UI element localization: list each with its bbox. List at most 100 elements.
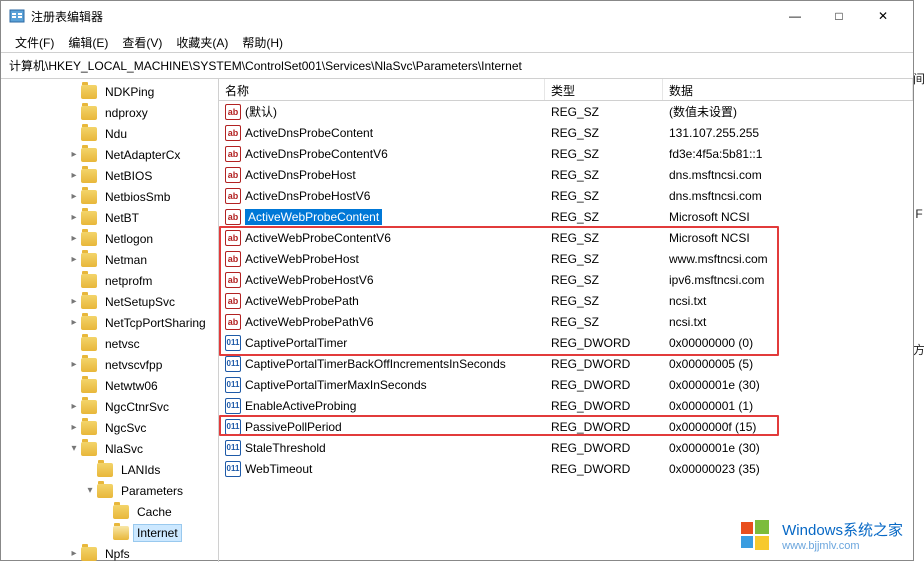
value-data: Microsoft NCSI <box>663 231 913 245</box>
watermark-url: www.bjjmlv.com <box>782 540 903 552</box>
minimize-button[interactable]: — <box>773 2 817 30</box>
registry-value-row[interactable]: abActiveDnsProbeContentREG_SZ131.107.255… <box>219 122 913 143</box>
cell-name: abActiveDnsProbeContentV6 <box>219 146 545 162</box>
tree-item-netlogon[interactable]: Netlogon <box>3 228 218 249</box>
value-type: REG_DWORD <box>545 357 663 371</box>
value-data: 0x00000001 (1) <box>663 399 913 413</box>
value-type: REG_DWORD <box>545 336 663 350</box>
tree-item-netbt[interactable]: NetBT <box>3 207 218 228</box>
folder-icon <box>81 274 97 288</box>
column-header-name[interactable]: 名称 <box>219 79 545 100</box>
registry-value-row[interactable]: 011PassivePollPeriodREG_DWORD0x0000000f … <box>219 416 913 437</box>
folder-icon <box>81 232 97 246</box>
cell-name: abActiveDnsProbeHost <box>219 167 545 183</box>
registry-value-row[interactable]: 011WebTimeoutREG_DWORD0x00000023 (35) <box>219 458 913 479</box>
tree-item-netprofm[interactable]: netprofm <box>3 270 218 291</box>
registry-value-row[interactable]: 011StaleThresholdREG_DWORD0x0000001e (30… <box>219 437 913 458</box>
value-type: REG_SZ <box>545 105 663 119</box>
tree-item-netwtw06[interactable]: Netwtw06 <box>3 375 218 396</box>
column-header-type[interactable]: 类型 <box>545 79 663 100</box>
tree-item-label: NDKPing <box>101 83 158 101</box>
registry-value-row[interactable]: abActiveDnsProbeHostV6REG_SZdns.msftncsi… <box>219 185 913 206</box>
tree-item-netbios[interactable]: NetBIOS <box>3 165 218 186</box>
registry-value-row[interactable]: 011EnableActiveProbingREG_DWORD0x0000000… <box>219 395 913 416</box>
menu-help[interactable]: 帮助(H) <box>236 33 289 50</box>
tree-item-label: Cache <box>133 503 176 521</box>
tree-item-netsetupsvc[interactable]: NetSetupSvc <box>3 291 218 312</box>
expand-arrow-icon[interactable] <box>67 316 81 330</box>
tree-item-netvscvfpp[interactable]: netvscvfpp <box>3 354 218 375</box>
expand-arrow-icon[interactable] <box>67 295 81 309</box>
tree-item-label: NgcSvc <box>101 419 150 437</box>
expand-arrow-icon[interactable] <box>67 421 81 435</box>
tree-item-netadaptercx[interactable]: NetAdapterCx <box>3 144 218 165</box>
expand-arrow-icon[interactable] <box>67 169 81 183</box>
registry-value-row[interactable]: abActiveWebProbePathREG_SZncsi.txt <box>219 290 913 311</box>
expand-arrow-icon[interactable] <box>67 547 81 561</box>
reg-dword-icon: 011 <box>225 461 241 477</box>
menu-view[interactable]: 查看(V) <box>116 33 168 50</box>
tree-item-cache[interactable]: Cache <box>3 501 218 522</box>
tree-item-ndkping[interactable]: NDKPing <box>3 81 218 102</box>
value-data: 0x00000023 (35) <box>663 462 913 476</box>
tree-item-ndu[interactable]: Ndu <box>3 123 218 144</box>
tree-item-ngcctnrsvc[interactable]: NgcCtnrSvc <box>3 396 218 417</box>
reg-sz-icon: ab <box>225 272 241 288</box>
column-header-data[interactable]: 数据 <box>663 79 913 100</box>
expand-arrow-icon[interactable] <box>67 190 81 204</box>
maximize-button[interactable]: □ <box>817 2 861 30</box>
tree-item-nettcpportsharing[interactable]: NetTcpPortSharing <box>3 312 218 333</box>
expand-arrow-icon[interactable] <box>67 211 81 225</box>
reg-sz-icon: ab <box>225 293 241 309</box>
close-button[interactable]: ✕ <box>861 2 905 30</box>
value-type: REG_SZ <box>545 273 663 287</box>
tree-item-npfs[interactable]: Npfs <box>3 543 218 562</box>
expand-arrow-icon[interactable] <box>67 442 81 456</box>
expand-arrow-icon[interactable] <box>67 400 81 414</box>
tree-pane[interactable]: NDKPing ndproxyNduNetAdapterCxNetBIOSNetb… <box>1 79 219 562</box>
expand-arrow-icon <box>99 505 113 519</box>
expand-arrow-icon[interactable] <box>67 148 81 162</box>
tree-item-lanids[interactable]: LANIds <box>3 459 218 480</box>
expand-arrow-icon[interactable] <box>67 232 81 246</box>
expand-arrow-icon[interactable] <box>83 484 97 498</box>
titlebar[interactable]: 注册表编辑器 — □ ✕ <box>1 1 913 31</box>
value-type: REG_SZ <box>545 126 663 140</box>
value-name: ActiveWebProbeHost <box>245 252 359 266</box>
tree-item-label: netvsc <box>101 335 144 353</box>
value-name: ActiveDnsProbeContent <box>245 126 373 140</box>
list-pane[interactable]: 名称 类型 数据 ab(默认)REG_SZ(数值未设置)abActiveDnsP… <box>219 79 913 562</box>
value-type: REG_SZ <box>545 231 663 245</box>
registry-value-row[interactable]: 011CaptivePortalTimerREG_DWORD0x00000000… <box>219 332 913 353</box>
tree-item-internet[interactable]: Internet <box>3 522 218 543</box>
registry-value-row[interactable]: abActiveWebProbeContentV6REG_SZMicrosoft… <box>219 227 913 248</box>
cell-name: 011CaptivePortalTimerMaxInSeconds <box>219 377 545 393</box>
registry-value-row[interactable]: abActiveWebProbePathV6REG_SZncsi.txt <box>219 311 913 332</box>
tree-item-nlasvc[interactable]: NlaSvc <box>3 438 218 459</box>
menu-edit[interactable]: 编辑(E) <box>62 33 114 50</box>
registry-value-row[interactable]: abActiveWebProbeHostV6REG_SZipv6.msftncs… <box>219 269 913 290</box>
value-data: 131.107.255.255 <box>663 126 913 140</box>
folder-icon <box>97 484 113 498</box>
registry-value-row[interactable]: abActiveWebProbeContentREG_SZMicrosoft N… <box>219 206 913 227</box>
registry-value-row[interactable]: ab(默认)REG_SZ(数值未设置) <box>219 101 913 122</box>
address-bar[interactable]: 计算机\HKEY_LOCAL_MACHINE\SYSTEM\ControlSet… <box>1 53 913 79</box>
tree-item-label: ndproxy <box>101 104 152 122</box>
tree-item-ndproxy[interactable]: ndproxy <box>3 102 218 123</box>
registry-value-row[interactable]: 011CaptivePortalTimerBackOffIncrementsIn… <box>219 353 913 374</box>
registry-value-row[interactable]: 011CaptivePortalTimerMaxInSecondsREG_DWO… <box>219 374 913 395</box>
tree-item-ngcsvc[interactable]: NgcSvc <box>3 417 218 438</box>
expand-arrow-icon[interactable] <box>67 358 81 372</box>
value-name: EnableActiveProbing <box>245 399 356 413</box>
menu-file[interactable]: 文件(F) <box>9 33 60 50</box>
registry-value-row[interactable]: abActiveDnsProbeHostREG_SZdns.msftncsi.c… <box>219 164 913 185</box>
registry-value-row[interactable]: abActiveWebProbeHostREG_SZwww.msftncsi.c… <box>219 248 913 269</box>
registry-value-row[interactable]: abActiveDnsProbeContentV6REG_SZfd3e:4f5a… <box>219 143 913 164</box>
tree-item-netman[interactable]: Netman <box>3 249 218 270</box>
tree-item-parameters[interactable]: Parameters <box>3 480 218 501</box>
tree-item-netbiossmb[interactable]: NetbiosSmb <box>3 186 218 207</box>
value-data: dns.msftncsi.com <box>663 168 913 182</box>
expand-arrow-icon[interactable] <box>67 253 81 267</box>
menu-favorites[interactable]: 收藏夹(A) <box>170 33 234 50</box>
tree-item-netvsc[interactable]: netvsc <box>3 333 218 354</box>
